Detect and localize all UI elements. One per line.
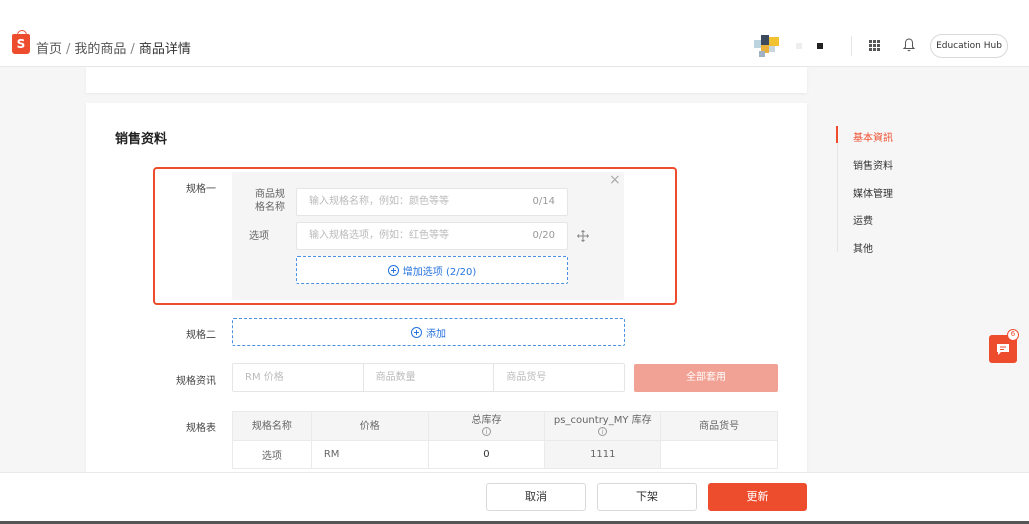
spec-table-label: 规格表 (186, 423, 216, 434)
col-header-country-stock: ps_country_MY 库存 i (544, 411, 662, 441)
nav-item-others[interactable]: 其他 (853, 240, 873, 255)
nav-active-indicator (836, 126, 838, 143)
sku-input[interactable]: 商品货号 (494, 364, 624, 391)
price-input[interactable]: RM 价格 (233, 364, 364, 391)
cancel-button[interactable]: 取消 (486, 483, 586, 511)
col-header-price: 价格 (310, 411, 429, 441)
shop-avatar[interactable] (754, 35, 782, 57)
cell-spec-name: 选项 (232, 440, 312, 469)
nav-item-basic-info[interactable]: 基本資訊 (853, 129, 893, 144)
bell-icon[interactable] (903, 38, 915, 52)
nav-item-sales-info[interactable]: 销售资料 (853, 157, 893, 172)
stock-input[interactable]: 商品数量 (364, 364, 495, 391)
unlist-button[interactable]: 下架 (597, 483, 697, 511)
spec-info-inputs: RM 价格 商品数量 商品货号 (232, 363, 625, 392)
nav-item-media[interactable]: 媒体管理 (853, 185, 893, 200)
status-dot (817, 43, 823, 49)
col-header-total-stock: 总库存 i (427, 411, 546, 441)
education-hub-button[interactable]: Education Hub (930, 34, 1008, 58)
shopee-logo[interactable]: S (12, 30, 30, 54)
update-button[interactable]: 更新 (708, 483, 807, 511)
col-header-spec-name: 规格名称 (232, 411, 312, 441)
chat-badge: 6 (1007, 329, 1019, 341)
cell-price[interactable]: RM (310, 440, 429, 469)
plus-circle-icon (411, 326, 422, 338)
header-divider (851, 36, 852, 56)
breadcrumb-current: 商品详情 (138, 42, 191, 57)
breadcrumb-separator: / (130, 42, 135, 57)
cell-sku[interactable] (660, 440, 778, 469)
cell-total-stock: 0 (427, 440, 546, 469)
cell-country-stock[interactable]: 1111 (544, 440, 662, 469)
nav-item-shipping[interactable]: 运费 (853, 212, 873, 227)
info-icon[interactable]: i (598, 427, 608, 436)
breadcrumb-home[interactable]: 首页 (36, 42, 62, 57)
info-icon[interactable]: i (481, 427, 491, 436)
table-header-row: 规格名称 价格 总库存 i ps_country_MY 库存 i 商品货号 (232, 411, 778, 441)
breadcrumb: 首页 / 我的商品 / 商品详情 (36, 38, 191, 57)
nav-rail (837, 126, 838, 252)
table-row: 选项 RM 0 1111 (232, 440, 778, 469)
breadcrumb-my-products[interactable]: 我的商品 (74, 42, 126, 57)
logo-letter: S (16, 37, 26, 51)
add-spec2-button[interactable]: 添加 (232, 318, 625, 346)
spec-info-label: 规格资讯 (176, 376, 216, 387)
top-header: S 首页 / 我的商品 / 商品详情 Education Hub (0, 0, 1029, 67)
spec-table: 规格名称 价格 总库存 i ps_country_MY 库存 i 商品货号 选项 R… (232, 411, 778, 469)
status-dot (796, 43, 802, 49)
section-title: 销售资料 (115, 132, 168, 147)
spec2-label: 规格二 (186, 330, 216, 341)
previous-section-card (86, 67, 807, 93)
apps-grid-icon[interactable] (869, 40, 880, 51)
highlight-frame (153, 167, 677, 305)
apply-all-button[interactable]: 全部套用 (634, 364, 778, 392)
col-header-sku: 商品货号 (660, 411, 778, 441)
breadcrumb-separator: / (66, 42, 71, 57)
